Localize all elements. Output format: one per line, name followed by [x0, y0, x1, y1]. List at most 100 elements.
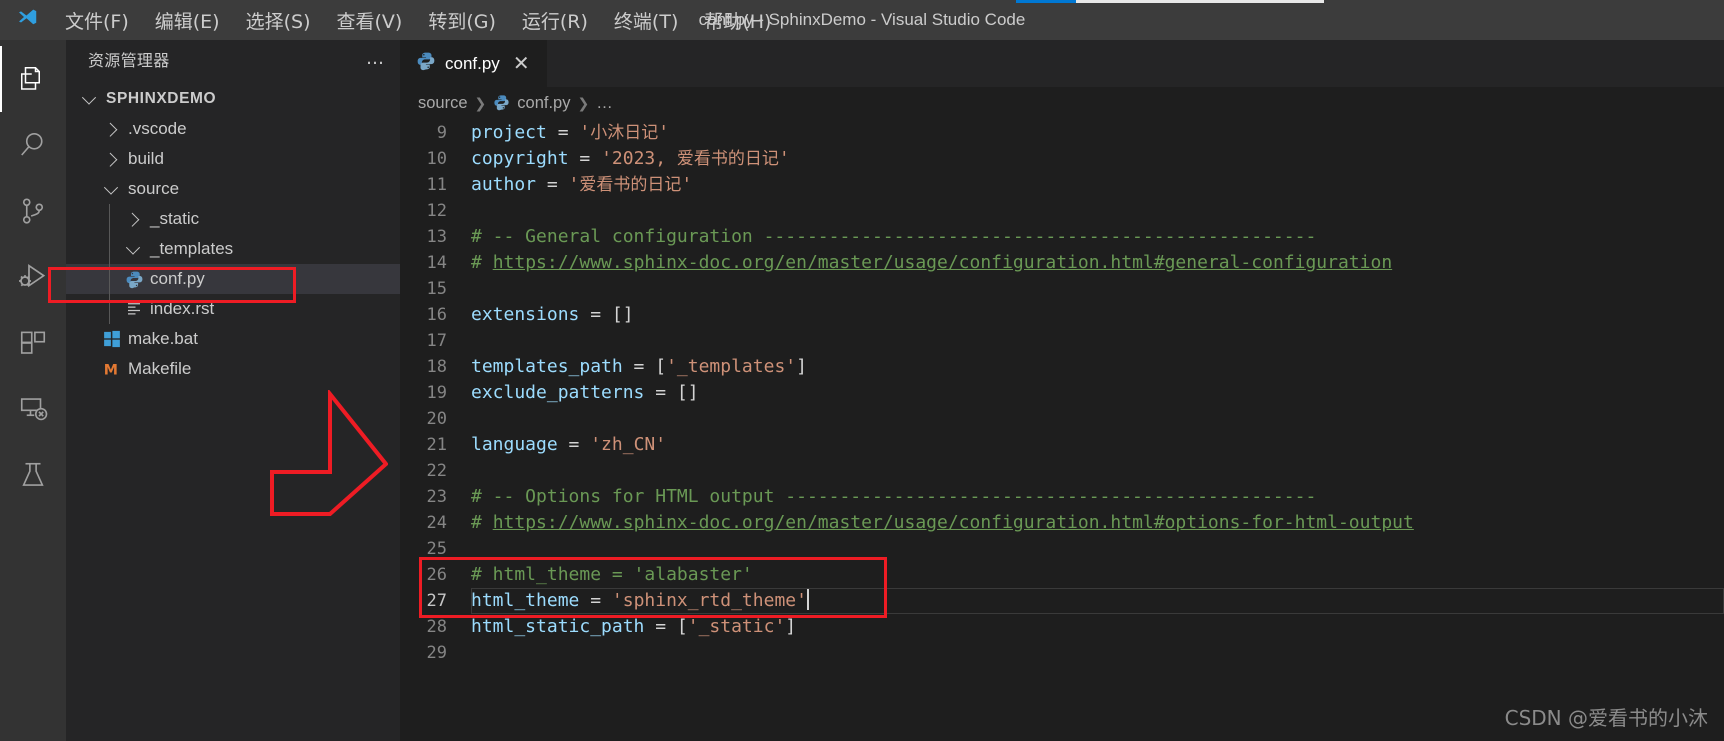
code-line-text[interactable]: exclude_patterns = []: [471, 380, 699, 406]
tree-item-make-bat[interactable]: make.bat: [66, 324, 400, 354]
token-str: '_templates': [666, 356, 797, 377]
token-cjk: 爱看书的日记: [579, 175, 682, 195]
token-str: ': [579, 122, 591, 143]
code-line-text[interactable]: language = 'zh_CN': [471, 432, 666, 458]
token-str: 'zh_CN': [590, 434, 667, 455]
chevron-down-icon[interactable]: [100, 180, 122, 195]
tree-item--templates[interactable]: _templates: [66, 234, 400, 264]
menu-run[interactable]: 运行(R): [509, 3, 601, 38]
tree-item-label: .vscode: [128, 119, 187, 138]
menu-edit[interactable]: 编辑(E): [142, 3, 233, 38]
title-bar: 文件(F) 编辑(E) 选择(S) 查看(V) 转到(G) 运行(R) 终端(T…: [0, 0, 1724, 40]
chevron-down-icon[interactable]: [122, 240, 144, 255]
tree-item-source[interactable]: source: [66, 174, 400, 204]
code-line-text[interactable]: # https://www.sphinx-doc.org/en/master/u…: [471, 510, 1414, 536]
chevron-down-icon[interactable]: [78, 90, 100, 105]
editor-tabs: conf.py ✕: [400, 40, 1724, 87]
tree-item-build[interactable]: build: [66, 144, 400, 174]
breadcrumb-item-conf-py[interactable]: conf.py: [517, 94, 570, 113]
tree-item--static[interactable]: _static: [66, 204, 400, 234]
activity-item-source-control[interactable]: [0, 178, 66, 244]
breadcrumb-item-more[interactable]: …: [596, 94, 613, 113]
breadcrumb-item-source[interactable]: source: [418, 94, 468, 113]
close-icon[interactable]: ✕: [509, 54, 534, 74]
token-pun: ]: [785, 616, 797, 637]
tab-conf-py[interactable]: conf.py ✕: [400, 40, 547, 87]
code-line-text[interactable]: author = '爱看书的日记': [471, 172, 692, 198]
token-str: ': [681, 174, 693, 195]
code-editor[interactable]: 9 project = '小沐日记' 10 copyright = '2023, 爱看…: [400, 120, 1724, 741]
line-number: 16: [426, 305, 447, 325]
activity-item-testing[interactable]: [0, 442, 66, 508]
title-progress-fill: [1016, 0, 1076, 3]
code-line: 21 language = 'zh_CN': [400, 432, 1724, 458]
tree-item-label: _static: [150, 209, 200, 228]
line-number: 24: [426, 513, 447, 533]
code-line-text[interactable]: project = '小沐日记': [471, 120, 669, 146]
indent-guide: [109, 264, 110, 294]
activity-item-remote-explorer[interactable]: [0, 376, 66, 442]
indent-guide: [109, 204, 110, 234]
code-lines: 9 project = '小沐日记' 10 copyright = '2023, 爱看…: [400, 120, 1724, 666]
line-number: 9: [436, 123, 447, 143]
token-cmt: # html_theme = 'alabaster': [471, 564, 753, 585]
menu-help[interactable]: 帮助(H): [691, 3, 784, 38]
chevron-right-icon[interactable]: [100, 122, 122, 137]
explorer-more-actions-icon[interactable]: …: [366, 50, 386, 68]
explorer-header: 资源管理器 …: [66, 40, 400, 78]
code-line-text[interactable]: copyright = '2023, 爱看书的日记': [471, 146, 790, 172]
menu-selection[interactable]: 选择(S): [233, 3, 324, 38]
code-line-text[interactable]: extensions = []: [471, 302, 634, 328]
code-line: 12: [400, 198, 1724, 224]
code-line-text[interactable]: # html_theme = 'alabaster': [471, 562, 753, 588]
code-line: 25: [400, 536, 1724, 562]
activity-item-explorer[interactable]: [0, 46, 66, 112]
token-cjk: 小沐日记: [590, 123, 659, 143]
code-line-text[interactable]: # https://www.sphinx-doc.org/en/master/u…: [471, 250, 1392, 276]
code-line-text[interactable]: html_static_path = ['_static']: [471, 614, 796, 640]
line-number: 14: [426, 253, 447, 273]
code-line-text[interactable]: # -- Options for HTML output -----------…: [471, 484, 1316, 510]
line-number: 11: [426, 175, 447, 195]
code-line: 20: [400, 406, 1724, 432]
activity-item-search[interactable]: [0, 112, 66, 178]
code-line: 18 templates_path = ['_templates']: [400, 354, 1724, 380]
code-line: 16 extensions = []: [400, 302, 1724, 328]
python-file-icon: [493, 94, 510, 113]
menu-file[interactable]: 文件(F): [52, 3, 142, 38]
tree-item-sphinxdemo[interactable]: SPHINXDEMO: [66, 84, 400, 114]
tree-item-conf-py[interactable]: conf.py: [66, 264, 400, 294]
activity-item-extensions[interactable]: [0, 310, 66, 376]
code-line: 10 copyright = '2023, 爱看书的日记': [400, 146, 1724, 172]
tab-label: conf.py: [445, 53, 500, 73]
tree-item--vscode[interactable]: .vscode: [66, 114, 400, 144]
code-line-text[interactable]: templates_path = ['_templates']: [471, 354, 807, 380]
token-kw: html_static_path: [471, 616, 645, 637]
csdn-watermark: CSDN @爱看书的小沐: [1504, 706, 1708, 730]
menu-bar[interactable]: 文件(F) 编辑(E) 选择(S) 查看(V) 转到(G) 运行(R) 终端(T…: [52, 3, 784, 38]
line-number: 17: [426, 331, 447, 351]
chevron-right-icon[interactable]: [100, 152, 122, 167]
code-line: 22: [400, 458, 1724, 484]
token-pun: []: [676, 382, 699, 403]
menu-view[interactable]: 查看(V): [324, 3, 416, 38]
line-number: 20: [426, 409, 447, 429]
token-lnk: https://www.sphinx-doc.org/en/master/usa…: [492, 512, 1414, 533]
token-op: =: [546, 122, 580, 143]
tree-item-makefile[interactable]: M Makefile: [66, 354, 400, 384]
tree-item-index-rst[interactable]: index.rst: [66, 294, 400, 324]
activity-item-run-debug[interactable]: [0, 244, 66, 310]
menu-go[interactable]: 转到(G): [415, 3, 509, 38]
token-op: =: [568, 148, 602, 169]
token-kw: extensions: [471, 304, 580, 325]
tree-item-label: _templates: [150, 239, 234, 258]
token-str: '2023,: [601, 148, 677, 169]
token-pun: [: [655, 356, 667, 377]
chevron-right-icon: ❯: [577, 95, 590, 111]
python-file-icon: [122, 270, 146, 289]
code-line: 11 author = '爱看书的日记': [400, 172, 1724, 198]
code-line-text[interactable]: # -- General configuration -------------…: [471, 224, 1316, 250]
menu-terminal[interactable]: 终端(T): [601, 3, 691, 38]
line-number: 10: [426, 149, 447, 169]
chevron-right-icon[interactable]: [122, 212, 144, 227]
